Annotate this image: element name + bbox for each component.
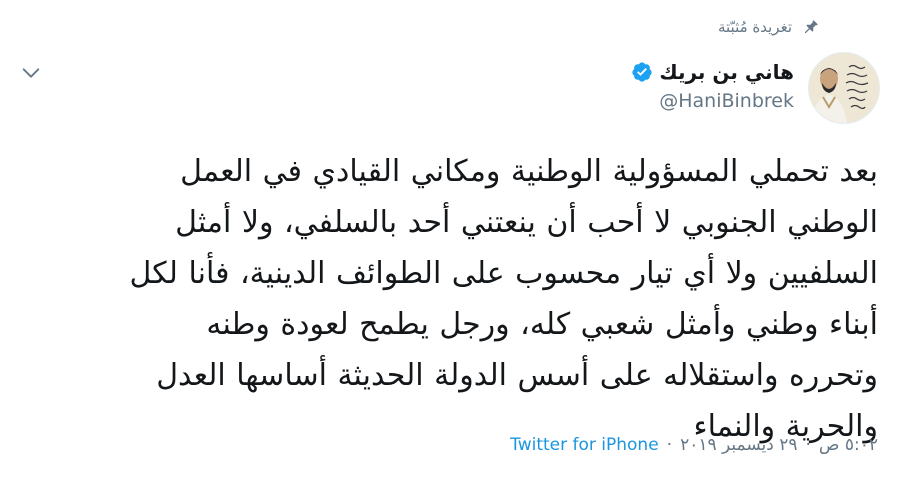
pinned-indicator: تغريدة مُثبّتة bbox=[718, 18, 820, 36]
tweet-text-line: السلفيين ولا أي تيار محسوب على الطوائف ا… bbox=[129, 256, 879, 291]
tweet-time[interactable]: ٥:٠٢ ص bbox=[819, 435, 878, 455]
chevron-down-icon bbox=[22, 68, 40, 78]
pin-icon bbox=[802, 18, 820, 36]
author-display-name[interactable]: هاني بن بريك bbox=[659, 60, 794, 84]
tweet-date[interactable]: ٢٩ ديسمبر ٢٠١٩ bbox=[680, 435, 797, 455]
tweet-text-line: بعد تحملي المسؤولية الوطنية ومكاني القيا… bbox=[180, 154, 878, 189]
tweet-text-line: الوطني الجنوبي لا أحب أن ينعتني أحد بالس… bbox=[175, 205, 878, 240]
tweet-text: بعد تحملي المسؤولية الوطنية ومكاني القيا… bbox=[30, 146, 879, 452]
author-block[interactable]: هاني بن بريك @HaniBinbrek bbox=[631, 60, 794, 112]
tweet-text-line: أبناء وطني وأمثل شعبي كله، ورجل يطمح لعو… bbox=[206, 307, 878, 342]
meta-separator: · bbox=[805, 435, 811, 455]
tweet-menu-button[interactable] bbox=[20, 62, 42, 84]
tweet-text-line: وتحرره واستقلاله على أسس الدولة الحديثة … bbox=[156, 358, 878, 393]
author-handle[interactable]: @HaniBinbrek bbox=[631, 90, 794, 112]
verified-badge-icon bbox=[631, 61, 653, 83]
avatar[interactable] bbox=[808, 52, 880, 124]
pinned-label: تغريدة مُثبّتة bbox=[717, 18, 792, 36]
author-name-row: هاني بن بريك bbox=[631, 60, 794, 84]
tweet-source-link[interactable]: Twitter for iPhone bbox=[510, 435, 659, 455]
tweet-card: تغريدة مُثبّتة هاني بن بريك @HaniBinbrek… bbox=[0, 0, 898, 484]
meta-separator: · bbox=[666, 435, 673, 455]
avatar-image bbox=[809, 53, 879, 123]
tweet-meta: ٥:٠٢ ص · ٢٩ ديسمبر ٢٠١٩ · Twitter for iP… bbox=[510, 435, 878, 455]
